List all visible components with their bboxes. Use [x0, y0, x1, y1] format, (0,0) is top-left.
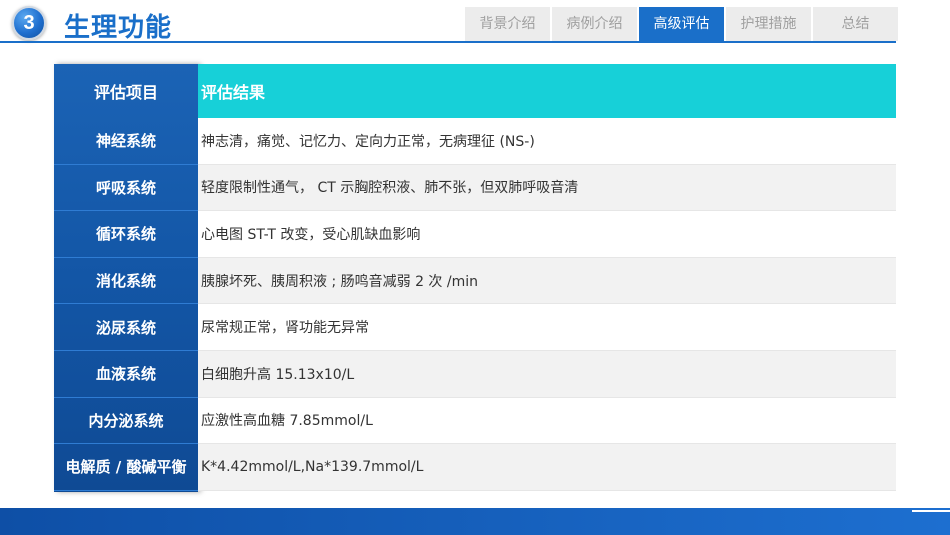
- table-row: 泌尿系统 尿常规正常，肾功能无异常: [54, 304, 896, 351]
- row-item-label: 神经系统: [54, 118, 198, 165]
- tab-case[interactable]: 病例介绍: [552, 7, 637, 41]
- header: 3 生理功能 背景介绍 病例介绍 高级评估 护理措施 总结: [0, 0, 950, 44]
- tab-background[interactable]: 背景介绍: [465, 7, 550, 41]
- row-item-label: 电解质 / 酸碱平衡: [54, 444, 198, 491]
- row-result-value: 白细胞升高 15.13x10/L: [198, 350, 896, 398]
- header-divider: [0, 41, 896, 43]
- row-result-value: 胰腺坏死、胰周积液 ; 肠鸣音减弱 2 次 /min: [198, 257, 896, 305]
- tab-nursing-measures[interactable]: 护理措施: [726, 7, 811, 41]
- footer-bar: [0, 508, 950, 535]
- table-header-row: 评估项目 评估结果: [54, 64, 896, 118]
- nav-tabs: 背景介绍 病例介绍 高级评估 护理措施 总结: [465, 7, 898, 41]
- table-row: 消化系统 胰腺坏死、胰周积液 ; 肠鸣音减弱 2 次 /min: [54, 257, 896, 305]
- row-item-label: 循环系统: [54, 211, 198, 258]
- assessment-table: 评估项目 评估结果 神经系统 神志清，痛觉、记忆力、定向力正常，无病理征 (NS…: [54, 64, 896, 492]
- header-result-cell: 评估结果: [198, 64, 896, 118]
- table-row: 内分泌系统 应激性高血糖 7.85mmol/L: [54, 397, 896, 445]
- footer-accent-line: [912, 510, 950, 512]
- row-result-value: 应激性高血糖 7.85mmol/L: [198, 397, 896, 445]
- row-result-value: K*4.42mmol/L,Na*139.7mmol/L: [198, 444, 896, 491]
- page-title: 生理功能: [64, 13, 173, 43]
- row-item-label: 呼吸系统: [54, 165, 198, 212]
- row-result-value: 神志清，痛觉、记忆力、定向力正常，无病理征 (NS-): [198, 118, 896, 165]
- row-item-label: 血液系统: [54, 351, 198, 398]
- table-row: 神经系统 神志清，痛觉、记忆力、定向力正常，无病理征 (NS-): [54, 118, 896, 165]
- section-number-badge: 3: [12, 6, 46, 40]
- row-item-label: 泌尿系统: [54, 304, 198, 351]
- row-result-value: 轻度限制性通气， CT 示胸腔积液、肺不张，但双肺呼吸音清: [198, 164, 896, 212]
- row-item-label: 内分泌系统: [54, 398, 198, 445]
- tab-advanced-assessment[interactable]: 高级评估: [639, 7, 724, 41]
- row-item-label: 消化系统: [54, 258, 198, 305]
- table-row: 循环系统 心电图 ST-T 改变，受心肌缺血影响: [54, 211, 896, 258]
- table-row: 血液系统 白细胞升高 15.13x10/L: [54, 350, 896, 398]
- header-item-cell: 评估项目: [93, 83, 158, 102]
- row-result-value: 心电图 ST-T 改变，受心肌缺血影响: [198, 211, 896, 258]
- table-row: 呼吸系统 轻度限制性通气， CT 示胸腔积液、肺不张，但双肺呼吸音清: [54, 164, 896, 212]
- table-row: 电解质 / 酸碱平衡 K*4.42mmol/L,Na*139.7mmol/L: [54, 444, 896, 491]
- row-result-value: 尿常规正常，肾功能无异常: [198, 304, 896, 351]
- tab-summary[interactable]: 总结: [813, 7, 898, 41]
